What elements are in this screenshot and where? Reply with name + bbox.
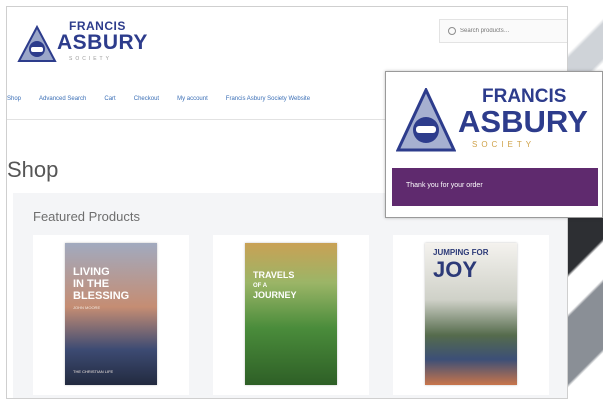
book-title-line: IN THE <box>73 278 110 290</box>
logo-text-society: SOCIETY <box>472 140 536 149</box>
book-title-line: BLESSING <box>73 290 130 302</box>
book-byline: JOHN MOORE <box>73 305 101 310</box>
book-title-line: TRAVELS <box>253 270 295 280</box>
book-title-line: JOY <box>433 257 478 282</box>
francis-asbury-logo[interactable]: FRANCIS ASBURY SOCIETY <box>17 19 147 63</box>
nav-item-cart[interactable]: Cart <box>104 96 115 102</box>
logo-text-asbury: ASBURY <box>458 104 588 139</box>
page-title: Shop <box>7 157 59 182</box>
society-emblem-icon <box>396 88 456 152</box>
society-emblem-icon <box>17 25 57 62</box>
product-card[interactable]: JUMPING FOR JOY <box>393 235 549 395</box>
main-navigation: Shop Advanced Search Cart Checkout My ac… <box>7 89 310 109</box>
logo-text-society: SOCIETY <box>69 56 112 62</box>
product-search-box[interactable] <box>439 19 567 43</box>
logo-text-asbury: ASBURY <box>57 31 148 54</box>
book-title-line: JUMPING FOR <box>433 248 489 257</box>
book-cover-living-in-the-blessing[interactable]: LIVING IN THE BLESSING JOHN MOORE THE CH… <box>65 243 157 385</box>
book-cover-jumping-for-joy[interactable]: JUMPING FOR JOY <box>425 243 517 385</box>
book-title-line: OF A <box>253 283 268 289</box>
order-confirmation-popup: FRANCIS ASBURY SOCIETY Thank you for you… <box>385 71 603 218</box>
book-subtitle: THE CHRISTIAN LIFE <box>73 369 114 374</box>
search-icon <box>448 27 456 35</box>
site-header: FRANCIS ASBURY SOCIETY <box>7 7 567 77</box>
thank-you-message: Thank you for your order <box>406 182 483 189</box>
nav-item-shop[interactable]: Shop <box>7 96 21 102</box>
nav-item-advanced-search[interactable]: Advanced Search <box>39 96 86 102</box>
featured-products-heading: Featured Products <box>33 209 140 224</box>
nav-item-checkout[interactable]: Checkout <box>134 96 159 102</box>
book-cover-travels-of-a-journey[interactable]: TRAVELS OF A JOURNEY <box>245 243 337 385</box>
search-input[interactable] <box>460 24 560 38</box>
book-title-line: LIVING <box>73 266 110 278</box>
product-card[interactable]: TRAVELS OF A JOURNEY <box>213 235 369 395</box>
francis-asbury-logo-large: FRANCIS ASBURY SOCIETY <box>396 84 596 164</box>
book-title-line: JOURNEY <box>253 290 297 300</box>
thank-you-banner: Thank you for your order <box>392 168 598 206</box>
nav-item-my-account[interactable]: My account <box>177 96 208 102</box>
product-card[interactable]: LIVING IN THE BLESSING JOHN MOORE THE CH… <box>33 235 189 395</box>
nav-item-society-website[interactable]: Francis Asbury Society Website <box>226 96 310 102</box>
featured-products-section: Featured Products LIVING IN THE BLESSING… <box>13 193 567 398</box>
